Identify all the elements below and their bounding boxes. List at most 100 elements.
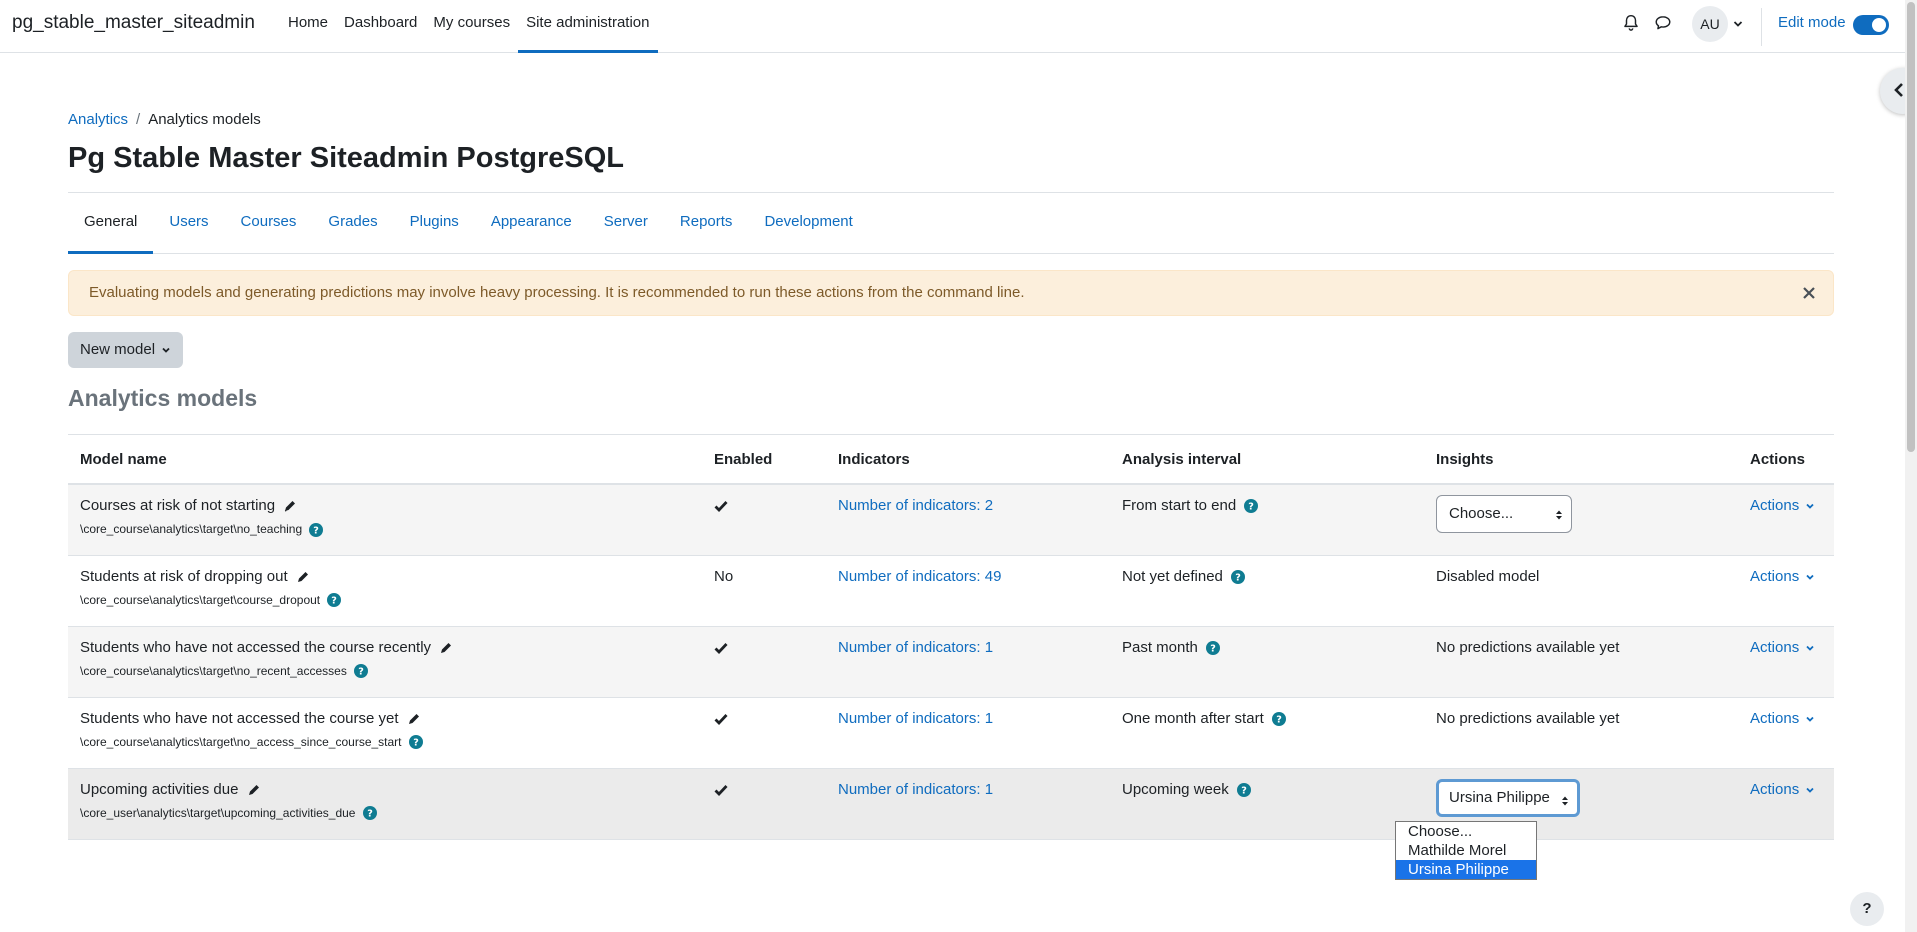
model-name: Students who have not accessed the cours…: [80, 638, 432, 656]
tab-server[interactable]: Server: [588, 193, 664, 254]
edit-mode-toggle[interactable]: [1853, 15, 1889, 35]
dropdown-option[interactable]: Choose...: [1396, 822, 1536, 841]
question-circle-icon[interactable]: ?: [1231, 569, 1246, 584]
svg-text:?: ?: [1235, 572, 1241, 583]
pencil-icon[interactable]: [247, 783, 261, 797]
model-target: \core_course\analytics\target\no_access_…: [80, 734, 402, 749]
model-target: \core_user\analytics\target\upcoming_act…: [80, 805, 356, 820]
insights-select-value: Ursina Philippe: [1449, 788, 1550, 806]
indicators-link[interactable]: Number of indicators: 1: [838, 781, 993, 798]
analysis-interval: Not yet defined: [1122, 567, 1223, 585]
bell-icon[interactable]: [1622, 14, 1640, 32]
chevron-down-icon: [1806, 645, 1814, 651]
new-model-button[interactable]: New model: [68, 332, 184, 368]
table-row: Courses at risk of not starting \core_co…: [68, 484, 1834, 556]
insights-cell: Choose...: [1424, 484, 1738, 556]
model-name-cell: Students who have not accessed the cours…: [68, 697, 702, 769]
page-scrollbar[interactable]: [1905, 0, 1917, 932]
question-circle-icon[interactable]: ?: [408, 735, 423, 750]
tab-plugins[interactable]: Plugins: [394, 193, 475, 254]
tab-development[interactable]: Development: [748, 193, 868, 254]
breadcrumb-analytics[interactable]: Analytics: [68, 111, 128, 128]
tab-grades[interactable]: Grades: [312, 193, 393, 254]
section-title: Analytics models: [68, 385, 258, 411]
pencil-icon[interactable]: [439, 641, 453, 655]
chat-icon[interactable]: [1654, 14, 1672, 32]
question-circle-icon[interactable]: ?: [1244, 499, 1259, 514]
question-circle-icon[interactable]: ?: [1206, 640, 1221, 655]
nav-my-courses[interactable]: My courses: [425, 0, 518, 53]
analysis-interval: Upcoming week: [1122, 780, 1229, 798]
actions-menu[interactable]: Actions: [1750, 568, 1815, 585]
dropdown-option-selected[interactable]: Ursina Philippe: [1396, 860, 1536, 879]
table-row: Upcoming activities due \core_user\analy…: [68, 768, 1834, 840]
close-icon[interactable]: [1801, 285, 1817, 301]
tab-appearance[interactable]: Appearance: [475, 193, 588, 254]
question-circle-icon[interactable]: ?: [354, 664, 369, 679]
nav-site-administration[interactable]: Site administration: [518, 0, 658, 53]
table-row: Students who have not accessed the cours…: [68, 697, 1834, 769]
sort-arrows-icon: [1562, 796, 1568, 805]
nav-dashboard[interactable]: Dashboard: [336, 0, 425, 53]
pencil-icon[interactable]: [407, 712, 421, 726]
site-name[interactable]: pg_stable_master_siteadmin: [12, 12, 255, 34]
question-circle-icon[interactable]: ?: [327, 593, 342, 608]
dropdown-option[interactable]: Mathilde Morel: [1396, 841, 1536, 860]
tab-courses[interactable]: Courses: [225, 193, 313, 254]
chevron-down-icon[interactable]: [1733, 19, 1743, 29]
breadcrumb: Analytics / Analytics models: [68, 111, 261, 128]
question-circle-icon[interactable]: ?: [309, 522, 324, 537]
tab-reports[interactable]: Reports: [664, 193, 749, 254]
interval-cell: Past month ?: [1110, 626, 1424, 698]
actions-label: Actions: [1750, 567, 1800, 585]
check-icon: [714, 784, 728, 796]
tab-general[interactable]: General: [68, 193, 154, 254]
insights-select[interactable]: Choose...: [1436, 495, 1572, 533]
interval-cell: Not yet defined ?: [1110, 555, 1424, 627]
model-name-cell: Courses at risk of not starting \core_co…: [68, 484, 702, 556]
edit-mode-label: Edit mode: [1778, 14, 1846, 31]
help-button[interactable]: ?: [1850, 892, 1884, 926]
actions-menu[interactable]: Actions: [1750, 781, 1815, 798]
heavy-processing-alert: Evaluating models and generating predict…: [68, 270, 1834, 316]
question-circle-icon[interactable]: ?: [1236, 782, 1251, 797]
actions-menu[interactable]: Actions: [1750, 639, 1815, 656]
svg-text:?: ?: [1210, 643, 1216, 654]
user-avatar[interactable]: AU: [1692, 6, 1728, 42]
svg-text:?: ?: [367, 809, 373, 820]
actions-menu[interactable]: Actions: [1750, 497, 1815, 514]
analysis-interval: From start to end: [1122, 497, 1237, 514]
table-row: Students at risk of dropping out \core_c…: [68, 555, 1834, 627]
question-circle-icon[interactable]: ?: [362, 806, 377, 821]
model-name-cell: Upcoming activities due \core_user\analy…: [68, 768, 702, 840]
chevron-down-icon: [1806, 787, 1814, 793]
enabled-cell: [702, 484, 826, 556]
check-icon: [714, 501, 728, 513]
indicators-link[interactable]: Number of indicators: 49: [838, 568, 1001, 585]
actions-menu[interactable]: Actions: [1750, 710, 1815, 727]
header-indicators: Indicators: [826, 434, 1110, 485]
breadcrumb-current: Analytics models: [148, 111, 261, 128]
pencil-icon[interactable]: [283, 499, 297, 513]
nav-home[interactable]: Home: [280, 0, 336, 53]
svg-text:?: ?: [413, 738, 419, 749]
actions-label: Actions: [1750, 709, 1800, 727]
indicators-link[interactable]: Number of indicators: 1: [838, 710, 993, 727]
model-name: Courses at risk of not starting: [80, 497, 276, 514]
page-title: Pg Stable Master Siteadmin PostgreSQL: [68, 142, 624, 174]
new-model-label: New model: [80, 341, 156, 358]
indicators-link[interactable]: Number of indicators: 1: [838, 639, 993, 656]
indicators-link[interactable]: Number of indicators: 2: [838, 497, 993, 514]
pencil-icon[interactable]: [296, 570, 310, 584]
insights-cell: No predictions available yet: [1424, 697, 1738, 769]
enabled-cell: [702, 697, 826, 769]
tab-users[interactable]: Users: [153, 193, 224, 254]
scrollbar-thumb[interactable]: [1907, 2, 1915, 452]
analysis-interval: Past month: [1122, 638, 1198, 656]
question-circle-icon[interactable]: ?: [1271, 711, 1286, 726]
chevron-down-icon: [1806, 503, 1814, 509]
interval-cell: From start to end ?: [1110, 484, 1424, 556]
chevron-down-icon: [1806, 716, 1814, 722]
model-name: Upcoming activities due: [80, 780, 239, 798]
insights-select[interactable]: Ursina Philippe: [1436, 778, 1580, 817]
